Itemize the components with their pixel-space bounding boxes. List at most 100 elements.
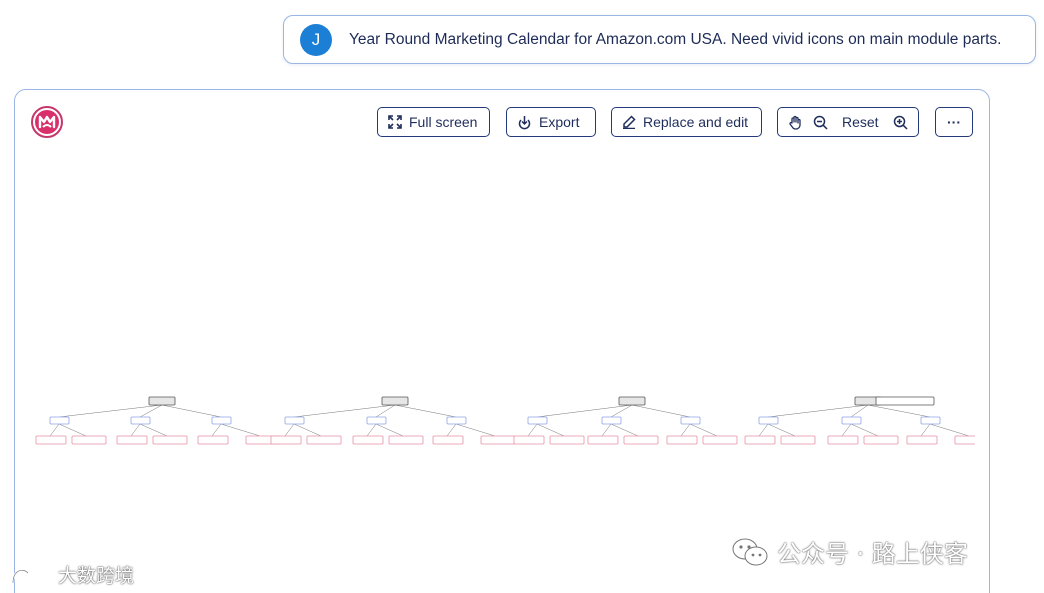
leaf-node	[587, 435, 619, 445]
tree-edge	[139, 423, 168, 437]
user-prompt-bubble: J Year Round Marketing Calendar for Amaz…	[283, 15, 1036, 64]
tree-edge	[220, 423, 261, 437]
tree-edge	[130, 423, 141, 437]
tree-edge	[689, 423, 718, 437]
watermark-wechat: 公众号 · 路上侠客	[731, 534, 968, 569]
tree-edge	[455, 423, 496, 437]
replace-label: Replace and edit	[643, 114, 749, 130]
tree-edge	[841, 423, 852, 437]
branch-node	[601, 416, 622, 425]
tree-edge	[631, 404, 691, 418]
app-logo-icon	[31, 106, 63, 138]
tree-edge	[49, 423, 60, 437]
leaf-node	[513, 435, 545, 445]
fullscreen-button[interactable]: Full screen	[377, 107, 490, 137]
leaf-node	[623, 435, 659, 445]
more-options-button[interactable]: ···	[935, 107, 973, 137]
leaf-node	[388, 435, 424, 445]
tree-edge	[293, 423, 322, 437]
zoom-in-icon[interactable]	[893, 115, 908, 130]
page: J Year Round Marketing Calendar for Amaz…	[0, 0, 1044, 593]
fullscreen-icon	[388, 115, 402, 129]
branch-node	[130, 416, 151, 425]
pan-hand-icon[interactable]	[788, 115, 803, 130]
tree-edge	[758, 423, 769, 437]
reset-button[interactable]: Reset	[838, 114, 883, 130]
tree-edge	[767, 404, 869, 418]
title-node	[875, 396, 935, 406]
tree-edge	[680, 423, 691, 437]
leaf-node	[549, 435, 585, 445]
tree-edge	[375, 423, 404, 437]
tree-edge	[601, 423, 612, 437]
user-avatar: J	[300, 24, 332, 56]
fullscreen-label: Full screen	[409, 114, 478, 130]
diagram-card: Full screen Export Replace and edit Rese…	[14, 89, 990, 593]
leaf-node	[480, 435, 516, 445]
branch-node	[49, 416, 70, 425]
tree-edge	[446, 423, 457, 437]
tree-edge	[929, 423, 970, 437]
leaf-node	[306, 435, 342, 445]
leaf-node	[666, 435, 698, 445]
branch-node	[680, 416, 701, 425]
tree-edge	[920, 423, 931, 437]
tree-edge	[536, 404, 633, 418]
export-label: Export	[539, 114, 580, 130]
root-node	[618, 396, 646, 406]
leaf-node	[702, 435, 738, 445]
tree-edge	[610, 404, 633, 418]
zoom-out-icon[interactable]	[813, 115, 828, 130]
leaf-node	[432, 435, 464, 445]
wechat-icon	[732, 538, 768, 565]
tree-edge	[767, 423, 796, 437]
leaf-node	[35, 435, 67, 445]
watermark-right-text: 公众号 · 路上侠客	[777, 540, 968, 568]
tree-edge	[366, 423, 377, 437]
leaf-node	[906, 435, 938, 445]
tree-edge	[58, 423, 87, 437]
tree-edge	[527, 423, 538, 437]
leaf-node	[116, 435, 148, 445]
leaf-node	[197, 435, 229, 445]
tree-edge	[284, 423, 295, 437]
leaf-node	[152, 435, 188, 445]
leaf-node	[270, 435, 302, 445]
branch-node	[446, 416, 467, 425]
tree-edge	[139, 404, 163, 418]
branch-node	[211, 416, 232, 425]
tree-edge	[58, 404, 163, 418]
more-icon: ···	[947, 114, 961, 130]
watermark-left-text: 大数跨境	[58, 565, 135, 587]
leaf-node	[71, 435, 107, 445]
zoom-controls: Reset	[777, 107, 919, 137]
edit-icon	[622, 115, 636, 129]
brand-mark-icon	[11, 565, 53, 583]
root-node	[148, 396, 176, 406]
prompt-text: Year Round Marketing Calendar for Amazon…	[349, 31, 1002, 48]
branch-node	[366, 416, 387, 425]
branch-node	[284, 416, 305, 425]
leaf-node	[827, 435, 859, 445]
mindmap-tree	[35, 396, 990, 445]
replace-and-edit-button[interactable]: Replace and edit	[611, 107, 762, 137]
branch-node	[758, 416, 779, 425]
tree-edge	[293, 404, 396, 418]
tree-edge	[850, 423, 879, 437]
leaf-node	[744, 435, 776, 445]
leaf-node	[780, 435, 816, 445]
export-button[interactable]: Export	[506, 107, 596, 137]
branch-node	[920, 416, 941, 425]
tree-edge	[536, 423, 565, 437]
diagram-canvas[interactable]	[31, 156, 990, 593]
leaf-node	[954, 435, 990, 445]
root-node	[381, 396, 409, 406]
tree-edge	[394, 404, 457, 418]
branch-node	[841, 416, 862, 425]
tree-edge	[161, 404, 222, 418]
tree-edge	[867, 404, 931, 418]
branch-node	[527, 416, 548, 425]
leaf-node	[352, 435, 384, 445]
tree-edge	[610, 423, 639, 437]
tree-edge	[211, 423, 222, 437]
